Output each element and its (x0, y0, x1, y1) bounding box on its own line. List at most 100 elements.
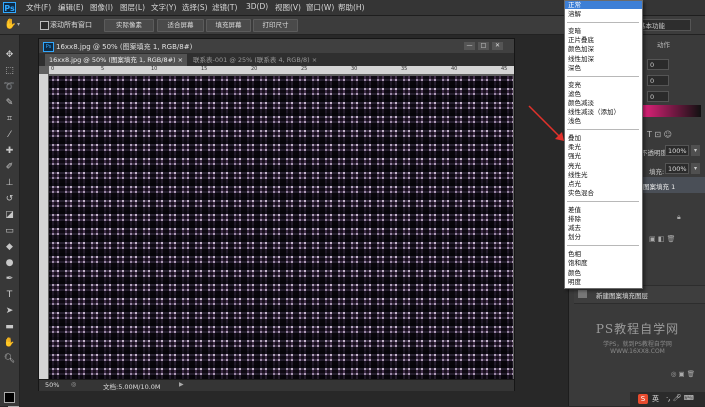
shape-tool-icon[interactable]: ▬ (3, 321, 16, 333)
blend-mode-item[interactable]: 强光 (568, 152, 581, 161)
healing-tool-icon[interactable]: ✚ (3, 145, 16, 157)
close-icon[interactable]: ✕ (492, 42, 503, 50)
blend-mode-item[interactable]: 实色混合 (568, 189, 594, 198)
history-actions-icons[interactable]: ◎ ▣ 🗑︎ (572, 370, 705, 378)
tray-icons[interactable]: ·,̧ 🎤︎ ⌨︎ (666, 394, 694, 402)
menu-help[interactable]: 帮助(H) (338, 2, 365, 13)
marquee-tool-icon[interactable]: ⬚ (3, 65, 16, 77)
color-ramp[interactable] (643, 105, 701, 117)
lasso-tool-icon[interactable]: ➰ (3, 81, 16, 93)
actual-pixels-button[interactable]: 实际像素 (104, 19, 154, 32)
blend-menu-separator (567, 75, 639, 77)
maximize-icon[interactable]: □ (478, 42, 489, 50)
menu-view[interactable]: 视图(V) (275, 2, 301, 13)
blend-mode-item[interactable]: 饱和度 (568, 259, 588, 268)
ruler-tick-label: 40 (451, 66, 458, 72)
blend-mode-item[interactable]: 减去 (568, 224, 581, 233)
zoom-tool-icon[interactable]: 🔍︎ (3, 353, 16, 365)
menu-select[interactable]: 选择(S) (182, 2, 208, 13)
opacity-chevron-icon[interactable]: ▾ (691, 145, 700, 156)
crop-tool-icon[interactable]: ⌗ (3, 113, 16, 125)
fill-input[interactable]: 100% (665, 163, 689, 174)
hand-tool-icon[interactable]: ✋ (3, 337, 16, 349)
scroll-all-checkbox[interactable] (40, 21, 49, 30)
ruler-tick-label: 5 (101, 66, 105, 72)
blend-mode-item[interactable]: 亮光 (568, 162, 581, 171)
eraser-tool-icon[interactable]: ◪ (3, 209, 16, 221)
value-field-3[interactable]: 0 (647, 91, 669, 102)
blend-mode-item[interactable]: 色相 (568, 250, 581, 259)
blend-mode-item[interactable]: 点光 (568, 180, 581, 189)
ruler-tick-label: 25 (301, 66, 308, 72)
blend-mode-item[interactable]: 正常 (568, 1, 581, 10)
blend-mode-item[interactable]: 线性加深 (568, 55, 594, 64)
blend-mode-item[interactable]: 划分 (568, 233, 581, 242)
menu-type[interactable]: 文字(Y) (151, 2, 176, 13)
menu-window[interactable]: 窗口(W) (306, 2, 334, 13)
tab-active-document[interactable]: 16xx8.jpg @ 50% (图案填充 1, RGB/8#) × (45, 54, 188, 66)
ime-language-indicator[interactable]: 英 (652, 394, 659, 404)
history-brush-tool-icon[interactable]: ↺ (3, 193, 16, 205)
value-field-2[interactable]: 0 (647, 75, 669, 86)
minimize-icon[interactable]: — (464, 42, 475, 50)
pattern-canvas-image[interactable] (49, 76, 513, 379)
status-info-icon[interactable]: ◎ (71, 381, 76, 388)
brush-tool-icon[interactable]: ✐ (3, 161, 16, 173)
path-select-tool-icon[interactable]: ➤ (3, 305, 16, 317)
blend-mode-item[interactable]: 线性光 (568, 171, 588, 180)
quick-select-tool-icon[interactable]: ✎ (3, 97, 16, 109)
type-tool-icon[interactable]: T (3, 289, 16, 301)
workspace-select[interactable]: 基本功能 (635, 19, 691, 31)
blend-mode-item[interactable]: 叠加 (568, 134, 581, 143)
stamp-tool-icon[interactable]: ⊥ (3, 177, 16, 189)
gradient-tool-icon[interactable]: ▭ (3, 225, 16, 237)
blend-mode-item[interactable]: 排除 (568, 215, 581, 224)
blend-mode-item[interactable]: 变暗 (568, 27, 581, 36)
blend-mode-item[interactable]: 正片叠底 (568, 36, 594, 45)
menu-layer[interactable]: 图层(L) (120, 2, 145, 13)
actions-panel-tab[interactable]: 动作 (657, 39, 670, 49)
blend-mode-item[interactable]: 线性减淡（添加） (568, 108, 620, 117)
value-field-1[interactable]: 0 (647, 59, 669, 70)
eyedropper-tool-icon[interactable]: ⁄ (3, 129, 16, 141)
zoom-level[interactable]: 50% (45, 381, 59, 389)
system-tray: S 英 ·,̧ 🎤︎ ⌨︎ (630, 392, 705, 406)
blur-tool-icon[interactable]: ◆ (3, 241, 16, 253)
horizontal-ruler: 0 5 10 15 20 25 30 35 40 45 (49, 66, 514, 74)
menu-edit[interactable]: 编辑(E) (58, 2, 84, 13)
input-method-icon[interactable]: S (638, 394, 648, 404)
layer-filter-icon[interactable]: T ⊡ ☺ (647, 130, 672, 139)
status-arrow-icon[interactable]: ▶ (179, 381, 184, 388)
blend-mode-item[interactable]: 明度 (568, 278, 581, 287)
menu-image[interactable]: 图像(I) (90, 2, 113, 13)
fill-screen-button[interactable]: 填充屏幕 (206, 19, 251, 32)
blend-mode-item[interactable]: 颜色加深 (568, 45, 594, 54)
blend-mode-item[interactable]: 溶解 (568, 10, 581, 19)
pen-tool-icon[interactable]: ✒ (3, 273, 16, 285)
tool-preset-chevron-icon[interactable]: ▾ (17, 21, 20, 28)
document-titlebar[interactable]: Ps 16xx8.jpg @ 50% (图案填充 1, RGB/8#) — □ … (39, 39, 514, 53)
blend-mode-item[interactable]: 滤色 (568, 90, 581, 99)
layer-actions-icons[interactable]: ▣ ◧ 🗑︎ (649, 235, 676, 243)
blend-mode-item[interactable]: 变亮 (568, 81, 581, 90)
blend-mode-item[interactable]: 浅色 (568, 117, 581, 126)
move-tool-icon[interactable]: ✥ (3, 49, 16, 61)
fit-screen-button[interactable]: 适合屏幕 (157, 19, 204, 32)
blend-menu-separator (567, 129, 639, 131)
blend-mode-item[interactable]: 深色 (568, 64, 581, 73)
blend-mode-item[interactable]: 颜色减淡 (568, 99, 594, 108)
fill-chevron-icon[interactable]: ▾ (691, 163, 700, 174)
menu-file[interactable]: 文件(F) (26, 2, 51, 13)
foreground-color-swatch[interactable] (4, 392, 15, 403)
menu-filter[interactable]: 滤镜(T) (212, 2, 237, 13)
dodge-tool-icon[interactable]: ● (3, 257, 16, 269)
print-size-button[interactable]: 打印尺寸 (253, 19, 298, 32)
blend-mode-item[interactable]: 柔光 (568, 143, 581, 152)
blend-mode-item[interactable]: 颜色 (568, 269, 581, 278)
opacity-input[interactable]: 100% (665, 145, 689, 156)
tab-contact-sheet[interactable]: 联系表-001 @ 25% (联系表 4, RGB/8) × (189, 54, 321, 66)
blend-mode-item[interactable]: 差值 (568, 206, 581, 215)
hand-tool-icon[interactable]: ✋ (4, 19, 16, 30)
layer-name[interactable]: 图案填充 1 (643, 181, 675, 191)
menu-3d[interactable]: 3D(D) (246, 2, 268, 11)
